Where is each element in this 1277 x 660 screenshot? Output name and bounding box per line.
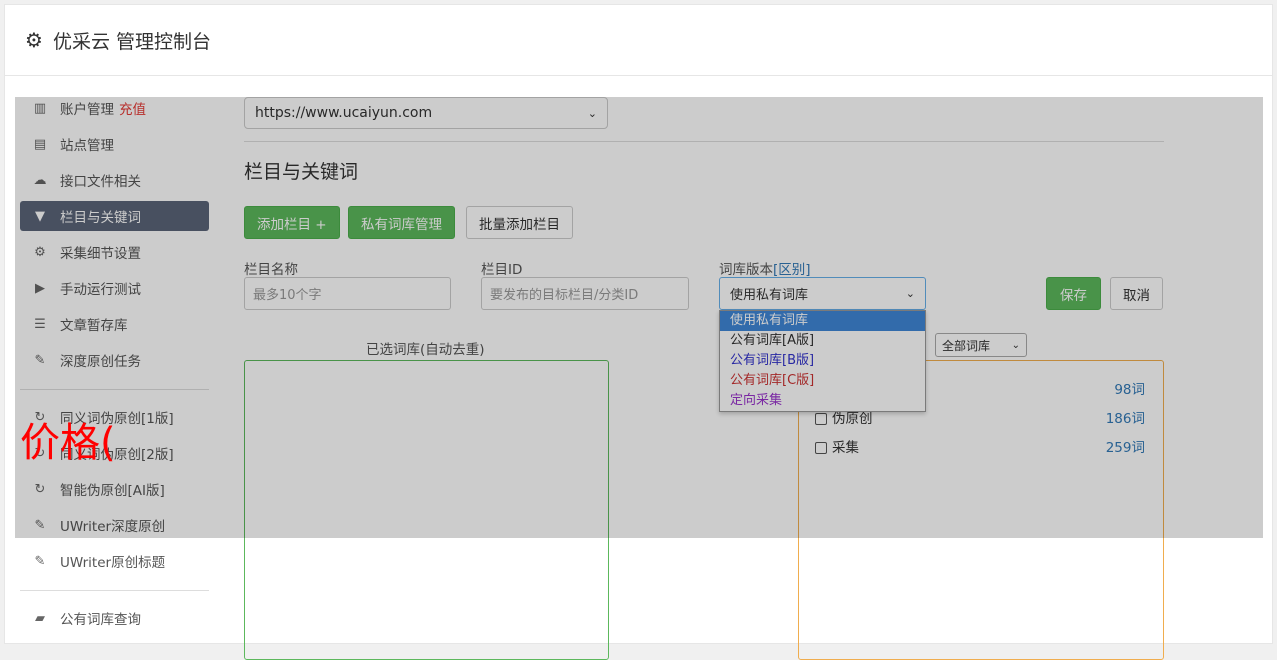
sidebar-item-label: UWriter原创标题 — [60, 555, 166, 571]
sidebar-item-public-lib[interactable]: ▰ 公有词库查询 — [20, 603, 209, 633]
edit-icon: ✎ — [34, 553, 46, 569]
sidebar-divider — [20, 590, 209, 591]
panel-header: ⚙ 优采云 管理控制台 — [5, 5, 1272, 76]
overlay-text: 价格( — [20, 420, 116, 466]
book-icon: ▰ — [35, 610, 45, 626]
sidebar-item-uwriter-title[interactable]: ✎ UWriter原创标题 — [20, 546, 209, 576]
modal-overlay[interactable] — [15, 97, 1263, 538]
sidebar-item-label: 公有词库查询 — [60, 612, 141, 628]
gear-icon: ⚙ — [25, 28, 43, 52]
page-title: 优采云 管理控制台 — [53, 30, 212, 53]
